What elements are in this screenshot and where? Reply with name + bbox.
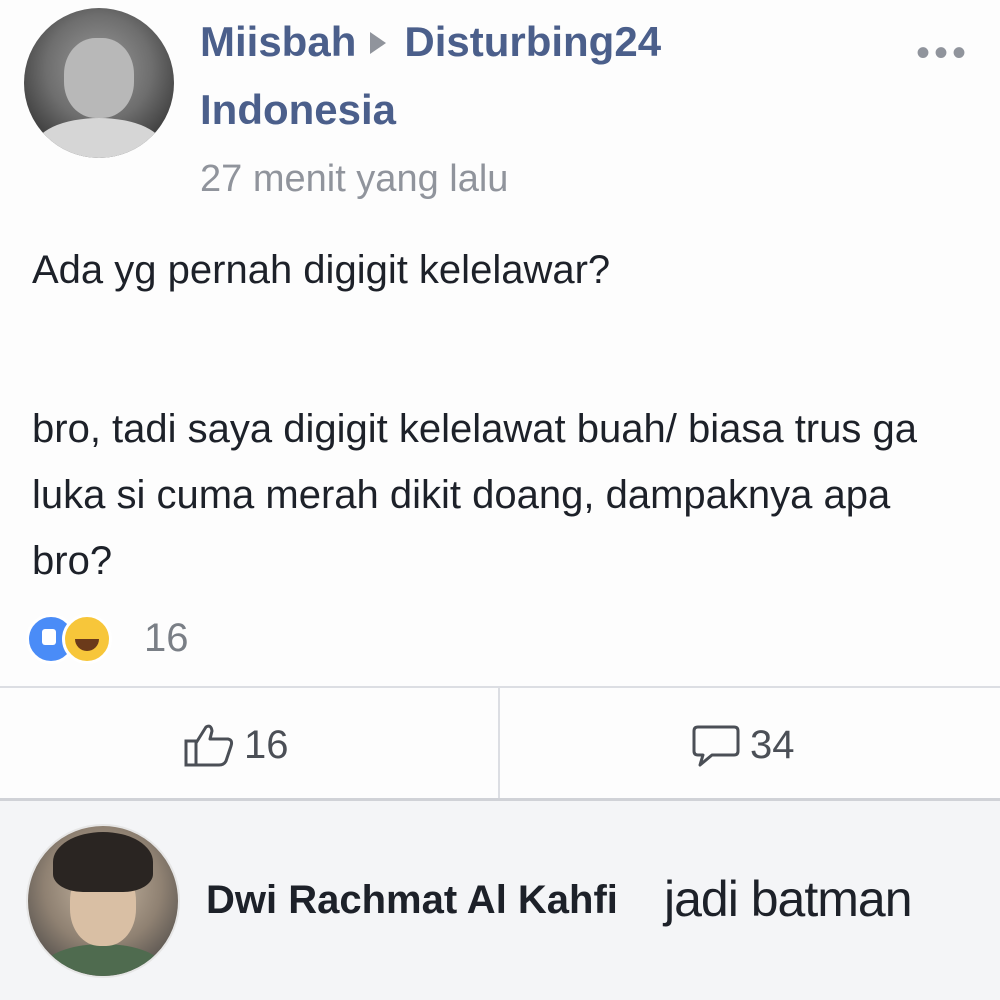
comment-bubble-icon: [692, 725, 740, 767]
more-options-icon[interactable]: •••: [916, 33, 970, 73]
comment-count: 34: [750, 722, 795, 767]
post-card: Miisbah Disturbing24 Indonesia 27 menit y…: [0, 0, 1000, 801]
commenter-name[interactable]: Dwi Rachmat Al Kahfi: [206, 878, 618, 923]
haha-reaction-icon: [62, 614, 112, 664]
post-message: bro, tadi saya digigit kelelawat buah/ b…: [32, 407, 917, 583]
divider: [0, 686, 1000, 688]
comment-text: jadi batman: [664, 871, 912, 927]
group-name[interactable]: Disturbing24: [404, 18, 661, 65]
like-button[interactable]: 16: [184, 720, 289, 770]
post-timestamp[interactable]: 27 menit yang lalu: [200, 158, 508, 201]
group-name-continued[interactable]: Indonesia: [200, 86, 396, 134]
arrow-right-icon: [370, 31, 387, 54]
post-question: Ada yg pernah digigit kelelawar?: [32, 248, 611, 292]
thumbs-up-icon: [184, 724, 234, 767]
divider: [498, 688, 500, 800]
like-count: 16: [244, 722, 289, 767]
commenter-avatar[interactable]: [26, 824, 180, 978]
post-header: Miisbah Disturbing24: [200, 18, 661, 66]
author-avatar[interactable]: [24, 8, 174, 158]
author-name[interactable]: Miisbah: [200, 18, 356, 65]
comment-button[interactable]: 34: [690, 720, 795, 770]
reaction-count: 16: [144, 616, 189, 660]
